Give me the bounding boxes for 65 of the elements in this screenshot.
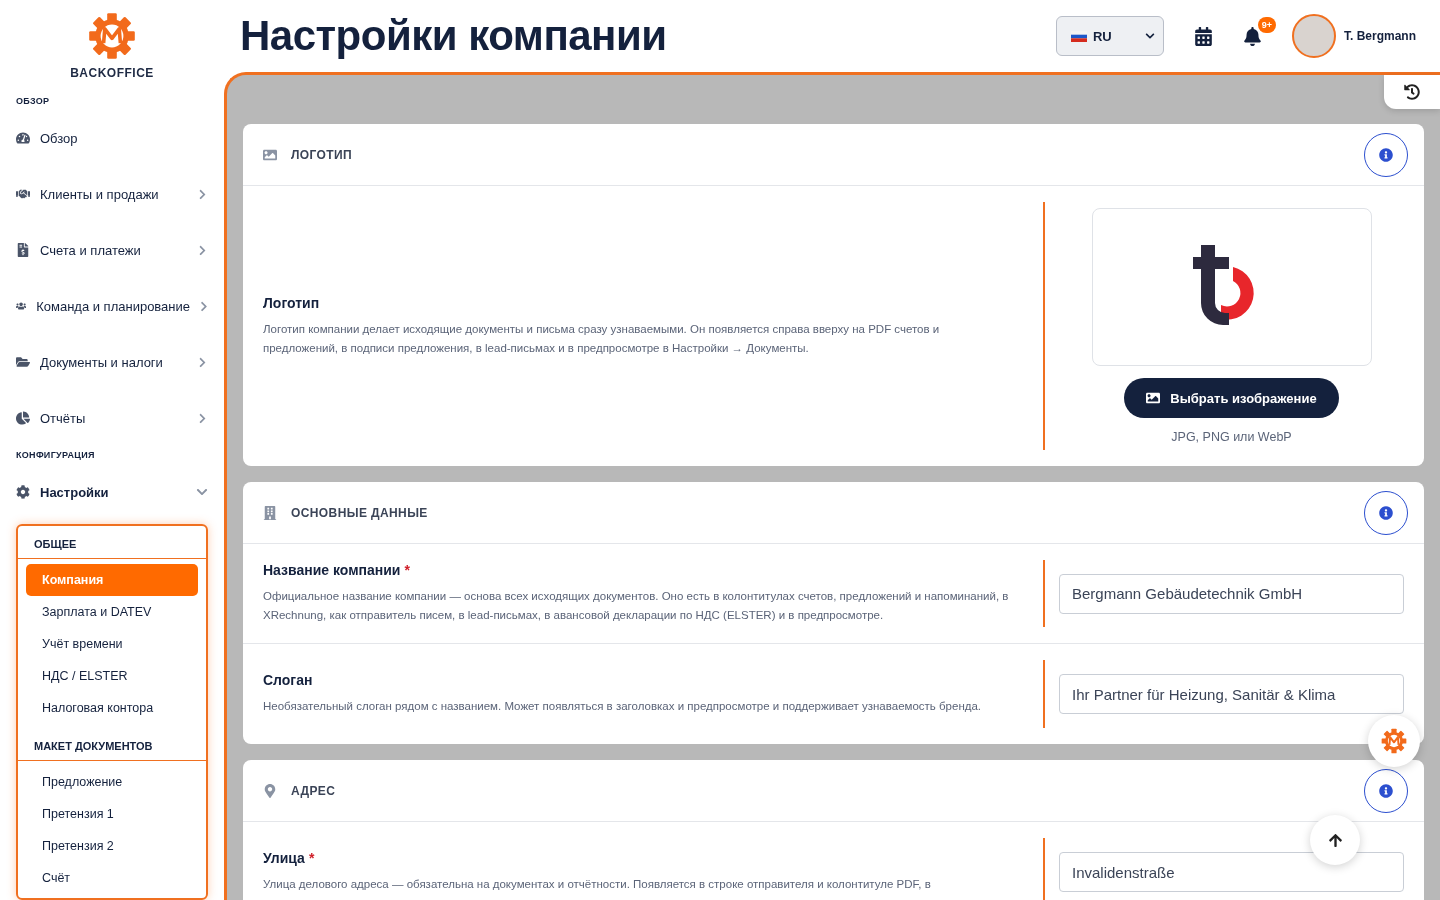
field-label: Улица * bbox=[263, 850, 316, 866]
notifications-button[interactable] bbox=[1243, 26, 1262, 46]
info-icon bbox=[1379, 783, 1393, 798]
submenu-item[interactable]: НДС / ELSTER bbox=[26, 660, 198, 692]
file-type-hint: JPG, PNG или WebP bbox=[1171, 430, 1292, 444]
input-field[interactable]: Bergmann Gebäudetechnik GmbH bbox=[1059, 573, 1404, 614]
brand-name: BACKOFFICE bbox=[70, 66, 154, 80]
submenu-item[interactable]: Претензия 2 bbox=[26, 830, 198, 862]
calendar-icon bbox=[1194, 26, 1213, 46]
submenu-item[interactable]: Счёт bbox=[26, 862, 198, 894]
building-icon bbox=[263, 505, 277, 520]
nav-item[interactable]: Отчёты bbox=[16, 394, 208, 442]
field-description: Официальное название компании — основа всех исходящих документов. Оно есть в колонтитулах счетов, предложений и напоминаний, в XRechnung, как отправитель писем, в lead-письмах, в авансовой декларации по НДС (ELSTER) и в предпросмотре. bbox=[263, 589, 1009, 623]
gauge-icon bbox=[16, 131, 30, 145]
info-icon bbox=[1379, 505, 1393, 520]
submenu-heading: ОБЩЕЕ bbox=[18, 526, 206, 559]
folder-icon bbox=[16, 355, 30, 369]
nav-section-title: КОНФИГУРАЦИЯ bbox=[16, 450, 96, 460]
submenu-item[interactable]: Зарплата и DATEV bbox=[26, 596, 198, 628]
image-icon bbox=[1146, 391, 1161, 405]
nav-item[interactable]: Обзор bbox=[16, 114, 208, 162]
nav-item[interactable]: Счета и платежи bbox=[16, 226, 208, 274]
nav-item[interactable]: Документы и налоги bbox=[16, 338, 208, 386]
field-label: Название компании * bbox=[263, 562, 411, 578]
handshake-icon bbox=[16, 187, 30, 201]
card-title: ЛОГОТИП bbox=[291, 147, 354, 162]
input-field[interactable]: Invalidenstraße bbox=[1059, 852, 1404, 892]
submenu-item[interactable]: Предложение bbox=[26, 766, 198, 798]
page-title: Настройки компании bbox=[240, 12, 668, 60]
submenu-item[interactable]: Претензия 1 bbox=[26, 798, 198, 830]
field-description: Логотип компании делает исходящие документы и письма сразу узнаваемыми. Он появляется справа вверху на PDF счетов и предложений, в подписи предложения, в lead-письмах и в предпросмотре в Настройки → Документы. bbox=[263, 321, 941, 356]
gear-logo-icon bbox=[1381, 728, 1407, 754]
choose-image-button[interactable]: Выбрать изображение bbox=[1124, 378, 1339, 418]
nav-section-title: ОБЗОР bbox=[16, 96, 51, 106]
info-icon bbox=[1379, 147, 1393, 162]
card-title: ОСНОВНЫЕ ДАННЫЕ bbox=[291, 505, 429, 520]
notification-badge: 9+ bbox=[1257, 16, 1276, 33]
submenu-item[interactable]: Учёт времени bbox=[26, 628, 198, 660]
history-icon bbox=[1404, 84, 1420, 100]
nav-item[interactable]: Клиенты и продажи bbox=[16, 170, 208, 218]
submenu-item[interactable]: Налоговая контора bbox=[26, 692, 198, 724]
calendar-button[interactable] bbox=[1194, 26, 1213, 46]
gear-logo-icon bbox=[88, 12, 136, 60]
invoice-icon bbox=[16, 243, 30, 257]
user-name: T. Bergmann bbox=[1344, 29, 1416, 43]
field-label: Слоган bbox=[263, 672, 314, 688]
language-select[interactable]: RU bbox=[1056, 16, 1164, 56]
nav-item[interactable]: Команда и планирование bbox=[16, 282, 208, 330]
map-pin-icon bbox=[263, 783, 277, 798]
field-description: Необязательный слоган рядом с названием. Может появляться в заголовках и предпросмотре и поддерживает узнаваемость бренда. bbox=[263, 699, 983, 714]
card-title: АДРЕС bbox=[291, 783, 337, 798]
field-label: Логотип bbox=[263, 294, 321, 311]
history-button[interactable] bbox=[1384, 75, 1440, 109]
field-description: Улица делового адреса — обязательна на документах и отчётности. Появляется в строке отправителя и колонтитуле PDF, в bbox=[263, 877, 932, 892]
avatar[interactable] bbox=[1292, 14, 1336, 58]
image-icon bbox=[263, 147, 277, 162]
settings-icon bbox=[16, 485, 30, 499]
chevron-down-icon bbox=[1145, 31, 1155, 41]
flag-icon bbox=[1071, 30, 1087, 42]
nav-item[interactable]: Настройки bbox=[16, 468, 208, 516]
pie-chart-icon bbox=[16, 411, 30, 425]
input-field[interactable]: Ihr Partner für Heizung, Sanitär & Klima bbox=[1059, 674, 1404, 714]
submenu-heading: МАКЕТ ДОКУМЕНТОВ bbox=[18, 728, 206, 761]
arrow-up-icon bbox=[1327, 832, 1343, 848]
bell-icon bbox=[1243, 26, 1262, 46]
